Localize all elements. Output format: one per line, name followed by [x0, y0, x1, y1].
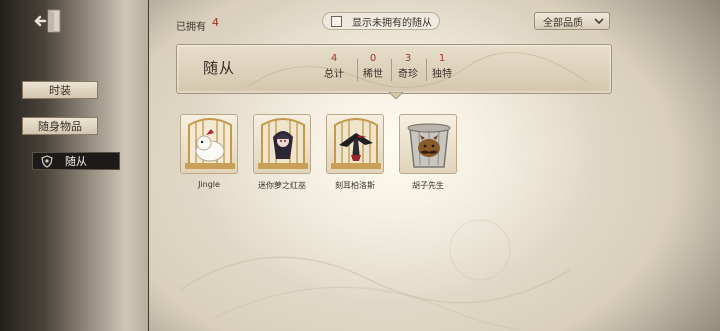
owned-count: 4: [212, 16, 219, 29]
pet-card[interactable]: 胡子先生: [399, 114, 461, 191]
stat-rare: 0 稀世: [353, 53, 393, 83]
quality-filter-dropdown[interactable]: 全部品质: [534, 12, 610, 30]
sidebar-item-label: 随身物品: [38, 120, 82, 133]
stat-total-value: 4: [330, 53, 338, 64]
collection-banner: 随从 4 总计 0 稀世 3 奇珍 1 独特: [176, 44, 612, 94]
pet-frame: [326, 114, 384, 174]
sidebar-item-accessories[interactable]: 随身物品: [22, 117, 98, 135]
shield-icon: [41, 155, 53, 171]
banner-notch: [389, 92, 403, 99]
sidebar: 时装 随身物品 随从: [0, 0, 149, 331]
crow-plague-cage-icon: [331, 118, 381, 169]
stat-unique: 1 独特: [422, 53, 462, 83]
banner-title: 随从: [203, 59, 236, 77]
exit-door-icon: [34, 9, 61, 33]
stat-unique-value: 1: [438, 53, 446, 64]
owned-label: 已拥有: [176, 22, 206, 33]
pet-name: 胡子先生: [412, 181, 444, 190]
pet-name: Jingle: [198, 180, 220, 189]
stat-rare-label: 稀世: [363, 69, 383, 80]
stat-total-label: 总计: [324, 69, 344, 80]
pet-card[interactable]: 刻耳柏洛斯: [326, 114, 388, 191]
stat-unique-label: 独特: [432, 69, 452, 80]
pet-frame: [253, 114, 311, 174]
sidebar-item-outfit[interactable]: 时装: [22, 81, 98, 99]
show-unowned-toggle[interactable]: 显示未拥有的随从: [322, 12, 440, 30]
pet-frame: [399, 114, 457, 174]
game-screen: 时装 随身物品 随从 已拥有 4 显示未拥有的随从 全部品质 随从 4 总计 0…: [0, 0, 720, 331]
chevron-down-icon: [594, 18, 604, 25]
pet-card[interactable]: Jingle: [180, 114, 242, 189]
sidebar-item-label: 时装: [49, 84, 71, 97]
quality-filter-value: 全部品质: [543, 17, 583, 29]
white-creature-cage-icon: [185, 118, 235, 169]
show-unowned-label: 显示未拥有的随从: [352, 17, 432, 29]
pet-card[interactable]: 迷你萝之红巫: [253, 114, 315, 191]
mustache-trashcan-icon: [407, 123, 451, 168]
background-ornament: [179, 219, 671, 330]
stat-rare-value: 0: [369, 53, 377, 64]
exit-button[interactable]: [32, 6, 66, 36]
stat-total: 4 总计: [314, 53, 354, 83]
dark-witch-cage-icon: [258, 118, 308, 169]
pet-name: 刻耳柏洛斯: [335, 181, 375, 190]
pet-frame: [180, 114, 238, 174]
show-unowned-checkbox[interactable]: [331, 15, 342, 27]
sidebar-item-label: 随从: [65, 155, 87, 168]
sidebar-item-pets[interactable]: 随从: [32, 152, 120, 170]
pet-name: 迷你萝之红巫: [258, 181, 306, 190]
